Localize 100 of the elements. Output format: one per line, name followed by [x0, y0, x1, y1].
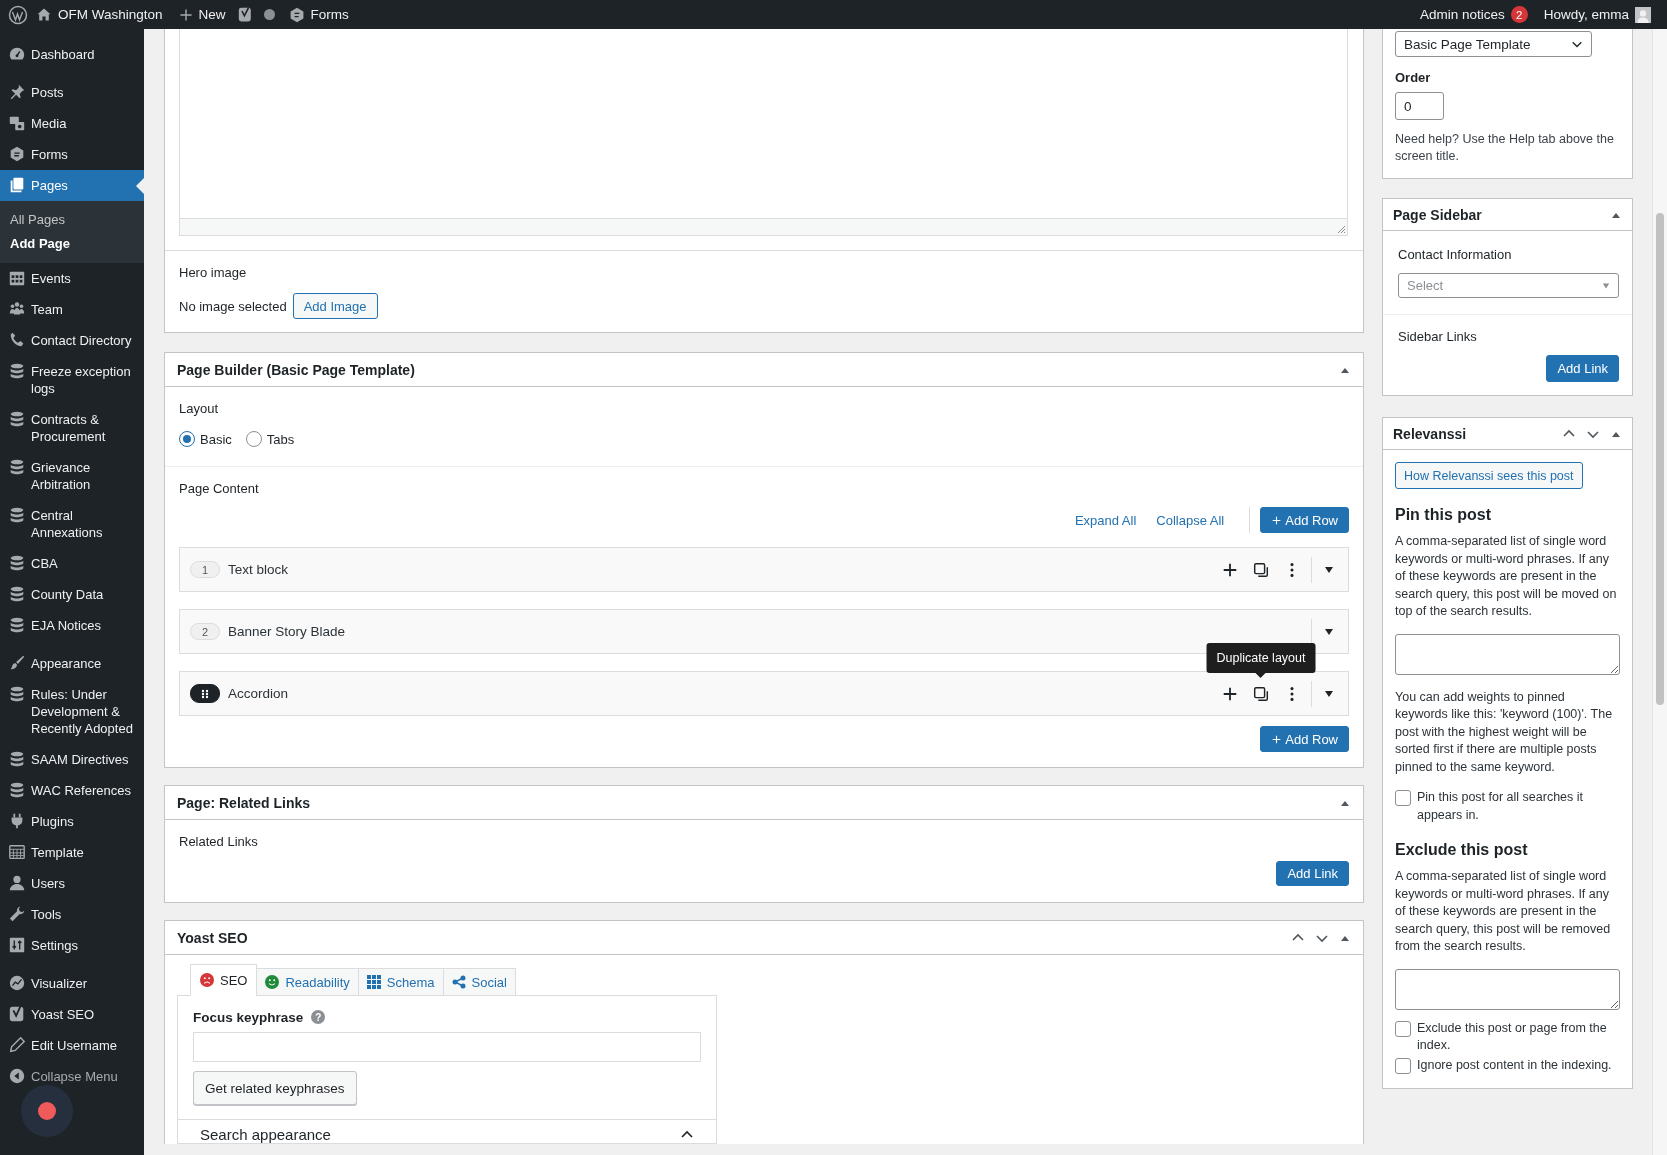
menu-item[interactable]: Rules: Under Development & Recently Adopted	[0, 679, 144, 744]
checkbox[interactable]	[1395, 790, 1411, 806]
drag-handle[interactable]	[190, 684, 220, 703]
layout-row[interactable]: 1 Text block	[179, 547, 1349, 592]
submenu-item[interactable]: All Pages	[0, 208, 144, 232]
radio-label: Tabs	[266, 431, 295, 447]
keywords-field[interactable]	[1395, 633, 1620, 675]
keywords-field[interactable]	[1395, 968, 1620, 1010]
forms-link[interactable]: Forms	[280, 0, 357, 29]
related-keyphrases-button[interactable]: Get related keyphrases	[193, 1071, 357, 1105]
duplicate-icon[interactable]	[1252, 684, 1270, 703]
menu-item[interactable]: Tools	[0, 899, 144, 930]
add-row-button[interactable]: Add Row	[1260, 507, 1349, 533]
add-link-button[interactable]: Add Link	[1546, 355, 1619, 382]
menu-item[interactable]: SAAM Directives	[0, 744, 144, 775]
menu-item[interactable]: Events	[0, 263, 144, 294]
input-field[interactable]	[193, 1032, 701, 1062]
add-row-button[interactable]: Add Row	[1260, 726, 1349, 752]
image-status: No image selected	[179, 298, 287, 314]
row-number[interactable]: 1	[190, 561, 220, 578]
record-button[interactable]	[21, 1085, 73, 1137]
collapse-menu-button[interactable]: Collapse Menu	[0, 1061, 144, 1092]
menu-item[interactable]: Contracts & Procurement	[0, 404, 144, 452]
seo-plugin-icon[interactable]	[237, 5, 254, 24]
new-link[interactable]: New	[170, 0, 234, 29]
menu-item[interactable]: Yoast SEO	[0, 999, 144, 1030]
menu-item[interactable]: Posts	[0, 77, 144, 108]
chart-icon	[8, 974, 26, 992]
caret-down-icon[interactable]	[1324, 688, 1334, 699]
panel-title: Relevanssi	[1393, 425, 1468, 442]
database-icon	[8, 585, 26, 603]
radio-button[interactable]	[245, 431, 262, 447]
account-link[interactable]: Howdy, emma	[1535, 0, 1659, 29]
menu-item[interactable]: Appearance	[0, 648, 144, 679]
tab[interactable]: SEO	[190, 964, 258, 996]
row-title: Text block	[228, 562, 290, 577]
home-icon	[36, 6, 52, 23]
database-icon	[8, 750, 26, 768]
scrollbar-thumb[interactable]	[1656, 213, 1664, 705]
pencil-icon	[8, 1036, 26, 1054]
add-link-button[interactable]: Add Link	[1276, 861, 1349, 886]
help-text: A comma-separated list of single word keywords or multi-word phrases. If any of these keywords are present in the search query, this post will be moved on top of the search results.	[1395, 533, 1618, 620]
checkbox-label: Ignore post content in the indexing.	[1417, 1056, 1612, 1074]
menu-item[interactable]: WAC References	[0, 775, 144, 806]
layout-row[interactable]: 2 Banner Story Blade	[179, 609, 1349, 654]
caret-down-icon[interactable]	[1324, 626, 1334, 637]
menu-item[interactable]: Forms	[0, 139, 144, 170]
menu-item[interactable]: Grievance Arbitration	[0, 452, 144, 500]
checkbox[interactable]	[1395, 1057, 1411, 1074]
template-select[interactable]: Basic Page Template	[1395, 31, 1592, 57]
submenu-item[interactable]: Add Page	[0, 232, 144, 256]
tab[interactable]: Social	[442, 968, 516, 996]
media-icon	[8, 114, 26, 132]
menu-item[interactable]: Media	[0, 108, 144, 139]
plus-icon	[1271, 514, 1283, 526]
database-icon	[8, 685, 26, 703]
menu-item[interactable]: Pages	[0, 170, 144, 201]
preview-button[interactable]: How Relevanssi sees this post	[1395, 462, 1583, 489]
menu-item[interactable]: Users	[0, 868, 144, 899]
grid-icon	[366, 975, 381, 989]
help-text: A comma-separated list of single word keywords or multi-word phrases. If any of these keywords are present in the search query, this post will be removed from the search results.	[1395, 868, 1612, 955]
checkbox[interactable]	[1395, 1020, 1411, 1037]
menu-item[interactable]: Central Annexations	[0, 500, 144, 548]
add-image-button[interactable]: Add Image	[292, 293, 378, 319]
menu-item[interactable]: CBA	[0, 548, 144, 579]
menu-item[interactable]: Dashboard	[0, 39, 144, 70]
tab[interactable]: Readability	[256, 968, 359, 996]
wordpress-logo-icon[interactable]	[8, 4, 28, 25]
caret-down-icon	[1602, 281, 1610, 290]
menu-item[interactable]: EJA Notices	[0, 610, 144, 641]
menu-item[interactable]: Settings	[0, 930, 144, 961]
brush-icon	[8, 654, 26, 672]
drag-dots-icon	[201, 688, 209, 699]
collapse-icon	[8, 1067, 26, 1085]
menu-item[interactable]: Visualizer	[0, 968, 144, 999]
row-title: Banner Story Blade	[228, 624, 347, 639]
menu-item[interactable]: Team	[0, 294, 144, 325]
avatar-icon	[1635, 6, 1651, 23]
admin-notices-link[interactable]: Admin notices 2	[1411, 0, 1536, 29]
collapse-all-link[interactable]: Collapse All	[1156, 512, 1225, 528]
database-icon	[8, 506, 26, 524]
order-input[interactable]: 0	[1395, 92, 1444, 120]
menu-item[interactable]: Contact Directory	[0, 325, 144, 356]
radio-button[interactable]	[179, 431, 195, 447]
menu-item[interactable]: Freeze exception logs	[0, 356, 144, 404]
site-link[interactable]: OFM Washington	[28, 0, 171, 29]
menu-item[interactable]: County Data	[0, 579, 144, 610]
section-heading: Pin this post	[1395, 505, 1492, 525]
duplicate-icon[interactable]	[1252, 560, 1270, 579]
resize-grip-icon	[1337, 225, 1345, 233]
tab[interactable]: Schema	[357, 968, 444, 996]
expand-all-link[interactable]: Expand All	[1074, 512, 1137, 528]
row-number[interactable]: 2	[190, 623, 220, 640]
caret-down-icon[interactable]	[1324, 564, 1334, 575]
grid-icon	[8, 843, 26, 861]
menu-item[interactable]: Template	[0, 837, 144, 868]
section-title[interactable]: Search appearance	[200, 1126, 331, 1143]
menu-item[interactable]: Plugins	[0, 806, 144, 837]
wrench-icon	[8, 905, 26, 923]
menu-item[interactable]: Edit Username	[0, 1030, 144, 1061]
